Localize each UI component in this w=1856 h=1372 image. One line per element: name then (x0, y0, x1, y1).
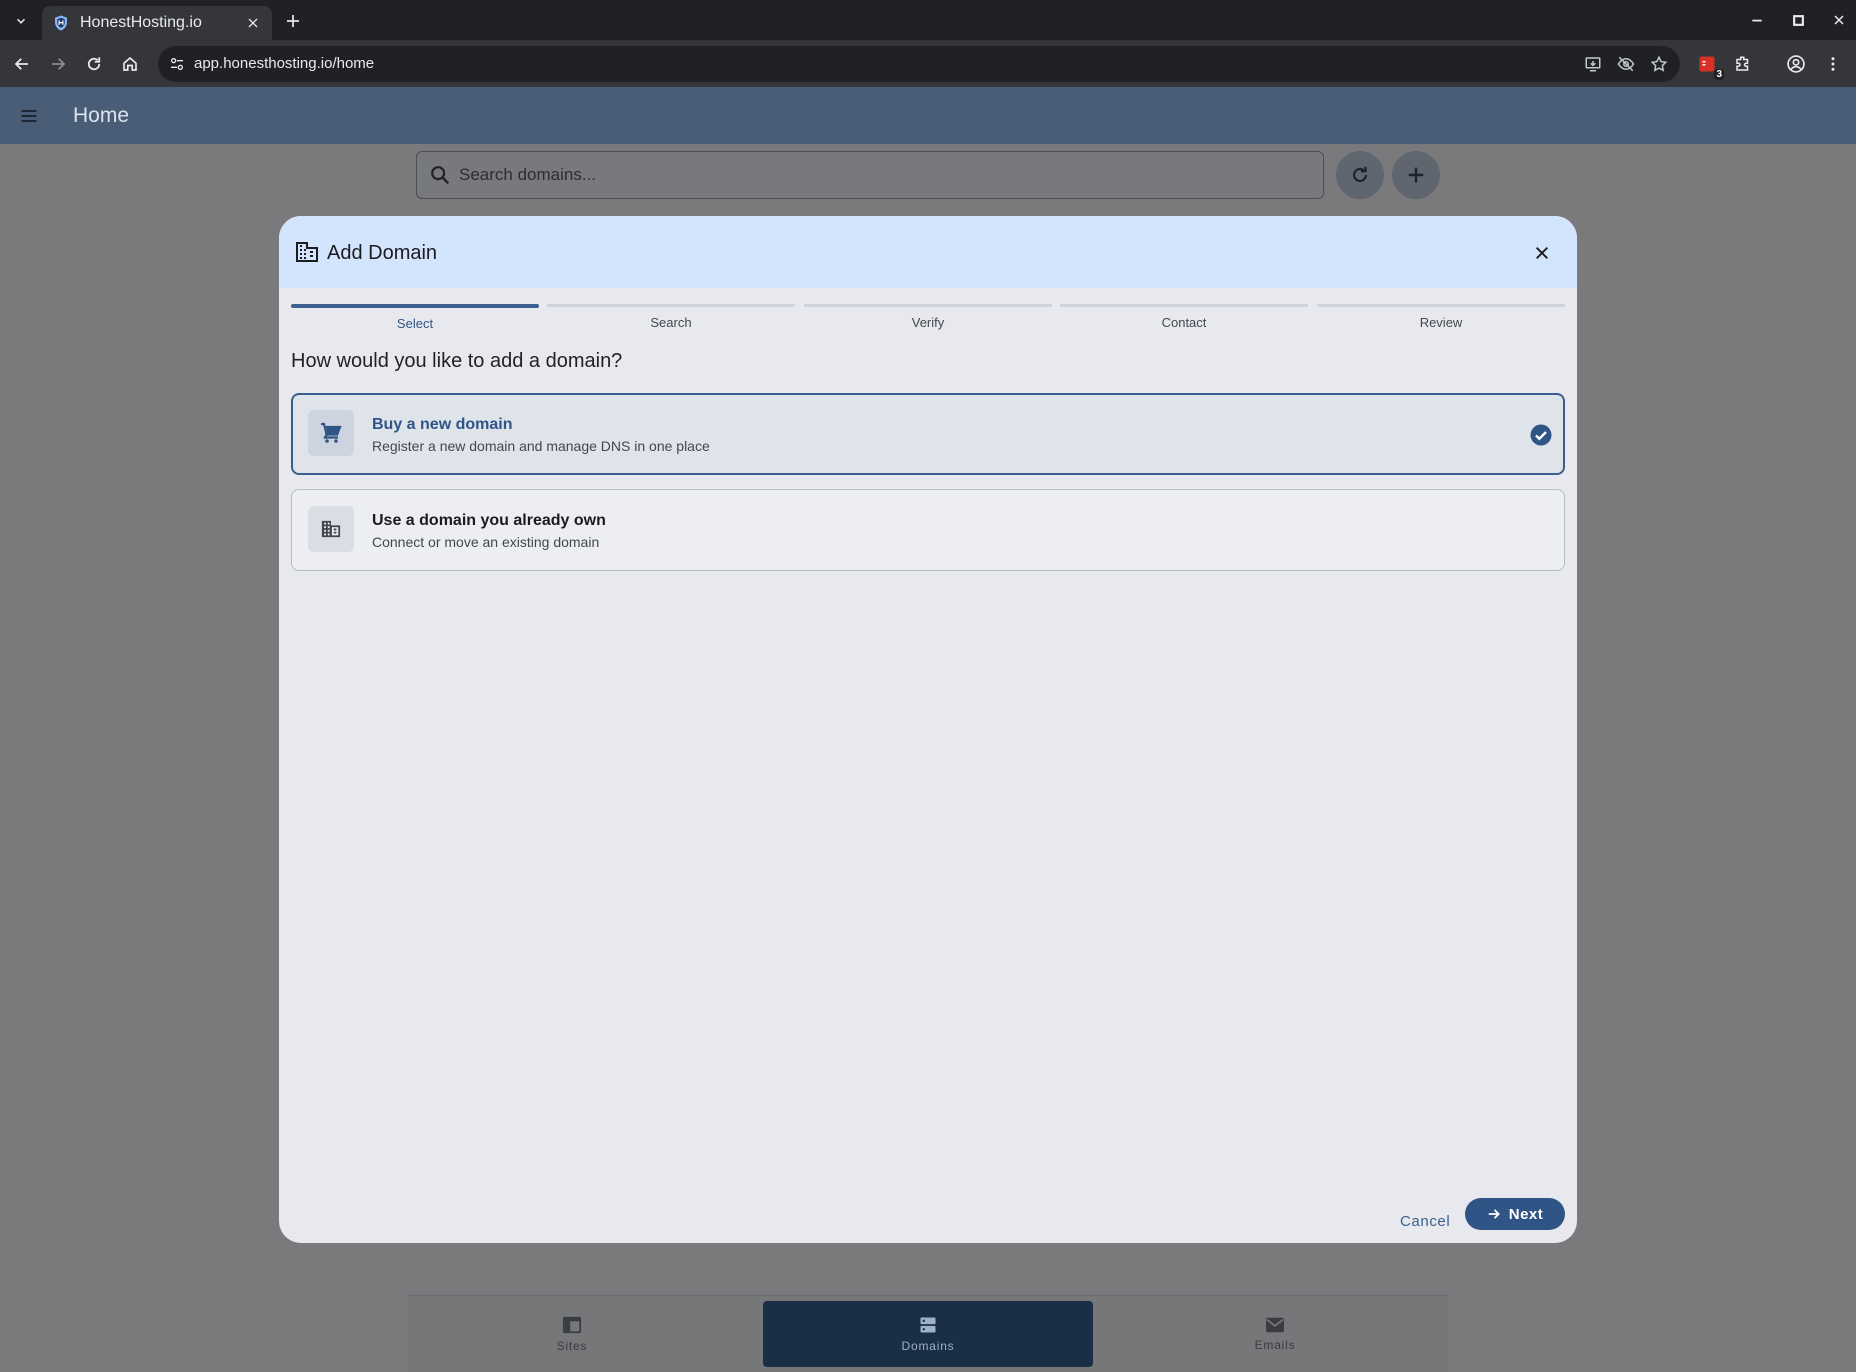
step-progress-bar (547, 304, 795, 307)
cart-icon (308, 410, 354, 456)
option-buy-new-domain[interactable]: Buy a new domain Register a new domain a… (291, 393, 1565, 475)
site-info-tune-icon[interactable] (166, 53, 188, 75)
cancel-button[interactable]: Cancel (1390, 1206, 1460, 1236)
app-header: Home (0, 87, 1856, 144)
bottom-nav-sites[interactable]: Sites (407, 1301, 737, 1367)
option-title: Buy a new domain (372, 416, 513, 433)
step-progress-bar (1060, 304, 1308, 307)
dns-icon (920, 1317, 936, 1333)
option-use-existing-domain[interactable]: Use a domain you already own Connect or … (291, 489, 1565, 571)
page-title: Home (73, 104, 130, 127)
forward-arrow-icon[interactable] (44, 50, 72, 78)
step-select: Select (291, 304, 539, 331)
step-contact: Contact (1060, 304, 1308, 330)
window-close-icon[interactable] (1826, 8, 1852, 32)
bottom-nav-label: Sites (556, 1339, 588, 1353)
shield-favicon-icon (52, 14, 70, 32)
step-progress-bar (291, 304, 539, 308)
refresh-icon (1352, 166, 1368, 183)
web-icon (562, 1316, 582, 1334)
browser-menu-icon[interactable] (1820, 51, 1846, 77)
reload-icon[interactable] (80, 50, 108, 78)
building-icon (308, 506, 354, 552)
extension-red-icon[interactable]: 3 (1694, 51, 1724, 80)
bottom-navigation: Sites Domains Emails (407, 1295, 1449, 1372)
browser-toolbar: app.honesthosting.io/home 3 (0, 40, 1856, 87)
bookmark-star-icon[interactable] (1648, 53, 1670, 75)
plus-icon (1408, 167, 1424, 183)
url-text: app.honesthosting.io/home (194, 55, 375, 72)
maximize-icon[interactable] (1785, 8, 1811, 32)
minimize-icon[interactable] (1744, 8, 1770, 32)
building-icon (295, 241, 319, 265)
bottom-nav-label: Domains (901, 1339, 955, 1353)
step-review: Review (1317, 304, 1565, 330)
step-progress-bar (1317, 304, 1565, 307)
domain-search-box[interactable] (416, 151, 1324, 199)
option-title: Use a domain you already own (372, 512, 606, 529)
browser-tab[interactable]: HonestHosting.io (42, 6, 272, 40)
tab-search-chevron-icon[interactable] (8, 8, 34, 34)
search-icon (429, 164, 453, 188)
dialog-header: Add Domain (279, 216, 1577, 288)
bottom-nav-domains[interactable]: Domains (763, 1301, 1093, 1367)
step-label: Search (650, 315, 692, 330)
hamburger-menu-icon[interactable] (16, 103, 42, 129)
step-verify: Verify (804, 304, 1052, 330)
mail-icon (1266, 1317, 1284, 1333)
step-label: Verify (911, 315, 945, 330)
add-domain-button[interactable] (1392, 151, 1440, 199)
extension-badge: 3 (1714, 69, 1724, 80)
stepper: Select Search Verify Contact Review (291, 304, 1565, 344)
back-arrow-icon[interactable] (8, 50, 36, 78)
step-progress-bar (804, 304, 1052, 307)
bottom-nav-label: Emails (1254, 1338, 1296, 1352)
bottom-nav-emails[interactable]: Emails (1110, 1301, 1440, 1367)
refresh-button[interactable] (1336, 151, 1384, 199)
install-app-icon[interactable] (1582, 53, 1604, 75)
arrow-right-icon (1488, 1209, 1500, 1219)
add-domain-dialog: Add Domain Select Search Verify Contact … (279, 216, 1577, 1243)
option-subtitle: Register a new domain and manage DNS in … (372, 438, 710, 454)
next-button[interactable]: Next (1465, 1198, 1565, 1230)
tab-title: HonestHosting.io (80, 14, 202, 31)
browser-tabstrip: HonestHosting.io (0, 0, 1856, 40)
profile-avatar-icon[interactable] (1783, 51, 1809, 77)
next-button-label: Next (1508, 1205, 1544, 1223)
step-label: Contact (1161, 315, 1207, 330)
step-label: Select (396, 316, 434, 331)
tab-close-icon[interactable] (244, 14, 262, 32)
dialog-title: Add Domain (327, 242, 438, 264)
dialog-question: How would you like to add a domain? (291, 350, 623, 372)
step-label: Review (1419, 315, 1463, 330)
extensions-puzzle-icon[interactable] (1730, 51, 1756, 77)
address-bar[interactable]: app.honesthosting.io/home (158, 46, 1680, 82)
dialog-close-icon[interactable] (1528, 239, 1556, 267)
step-search: Search (547, 304, 795, 330)
option-subtitle: Connect or move an existing domain (372, 534, 600, 550)
search-input[interactable] (459, 160, 1299, 190)
home-icon[interactable] (116, 50, 144, 78)
eye-off-icon[interactable] (1615, 53, 1637, 75)
new-tab-plus-icon[interactable] (282, 10, 304, 32)
check-circle-icon (1529, 423, 1553, 447)
